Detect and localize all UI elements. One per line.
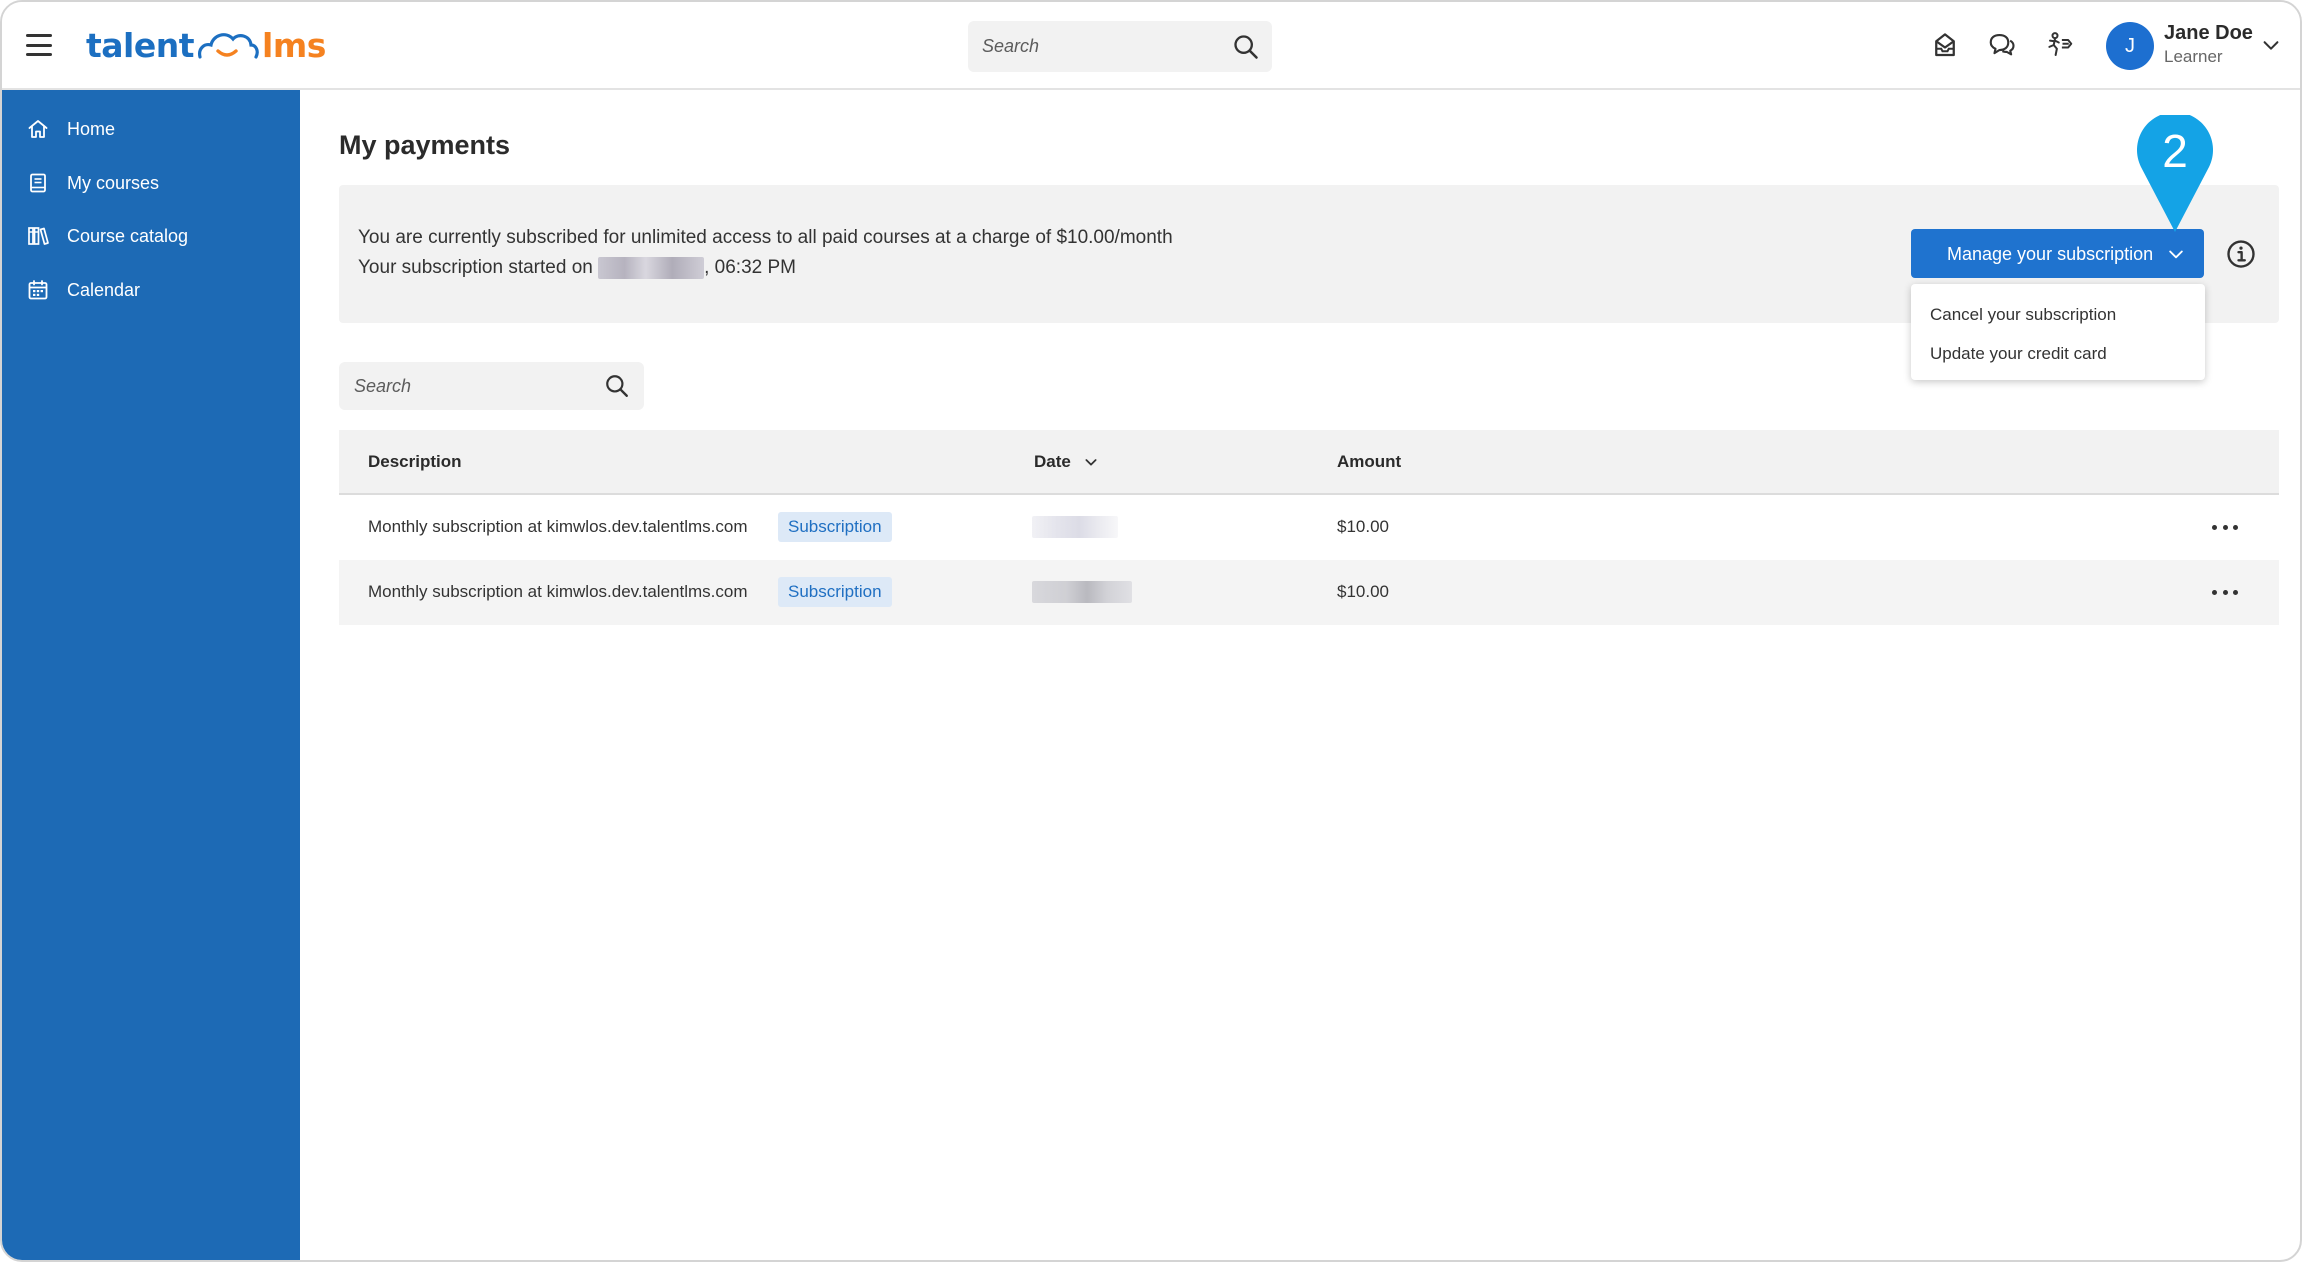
global-search — [968, 21, 1272, 72]
home-icon — [28, 120, 48, 138]
sidebar-item-label: Home — [67, 118, 116, 139]
menu-icon[interactable] — [26, 34, 52, 56]
global-search-input[interactable] — [968, 21, 1218, 72]
search-icon[interactable] — [604, 373, 630, 399]
manage-subscription-button[interactable]: Manage your subscription — [1911, 229, 2204, 278]
calendar-icon — [28, 280, 48, 300]
subscription-dropdown-menu: Cancel your subscription Update your cre… — [1911, 284, 2205, 380]
sidebar-item-home[interactable]: Home — [2, 107, 300, 151]
subscription-start: Your subscription started on , 06:32 PM — [358, 257, 796, 279]
menu-item-update-credit-card[interactable]: Update your credit card — [1930, 344, 2107, 364]
subscription-badge: Subscription — [778, 577, 892, 607]
top-bar: talent lms Search J Jane Doe Learner — [2, 2, 2300, 90]
payment-description: Monthly subscription at kimwlos.dev.tale… — [368, 517, 748, 536]
skills-icon[interactable] — [2045, 30, 2075, 60]
payment-description: Monthly subscription at kimwlos.dev.tale… — [368, 582, 748, 601]
payments-search — [339, 362, 644, 410]
discussions-icon[interactable] — [1987, 30, 2017, 60]
payment-amount: $10.00 — [1337, 517, 1389, 536]
user-role: Learner — [2164, 47, 2223, 66]
sidebar: Home My courses Course catalog Calendar — [2, 90, 300, 1260]
app-window: talent lms Search J Jane Doe Learner Hom… — [0, 0, 2302, 1262]
payments-search-input[interactable] — [339, 362, 589, 410]
info-icon[interactable] — [2226, 239, 2256, 269]
subscription-badge: Subscription — [778, 512, 892, 542]
avatar[interactable]: J — [2106, 22, 2154, 70]
user-name[interactable]: Jane Doe — [2164, 22, 2253, 45]
row-actions-icon[interactable] — [2212, 582, 2238, 602]
subscription-description: You are currently subscribed for unlimit… — [358, 227, 1173, 248]
sidebar-item-label: Course catalog — [67, 225, 189, 246]
table-row: Monthly subscription at kimwlos.dev.tale… — [339, 495, 2279, 560]
inbox-icon[interactable] — [1930, 30, 1960, 60]
column-header-date-label: Date — [1034, 452, 1071, 471]
chevron-down-icon[interactable] — [2260, 34, 2282, 56]
column-header-amount[interactable]: Amount — [1337, 452, 1401, 472]
sidebar-item-my-courses[interactable]: My courses — [2, 161, 300, 205]
table-header: Description Date Amount — [339, 430, 2279, 495]
menu-item-cancel-subscription[interactable]: Cancel your subscription — [1930, 305, 2116, 325]
column-header-date[interactable]: Date — [1034, 452, 1099, 472]
catalog-icon — [28, 227, 49, 245]
payment-amount: $10.00 — [1337, 582, 1389, 601]
redacted-date — [598, 257, 705, 279]
redacted-date — [1032, 516, 1118, 538]
subscription-start-prefix: Your subscription started on — [358, 257, 599, 278]
sidebar-item-label: Calendar — [67, 279, 141, 300]
search-icon[interactable] — [1232, 33, 1260, 61]
page-title: My payments — [339, 130, 511, 160]
logo-text-talent: talent — [86, 25, 195, 65]
sidebar-item-label: My courses — [67, 172, 160, 193]
step-marker: 2 — [2137, 115, 2213, 232]
manage-subscription-label: Manage your subscription — [1947, 244, 2154, 264]
chevron-down-icon — [2169, 250, 2183, 259]
cloud-logo-icon — [198, 33, 259, 59]
row-actions-icon[interactable] — [2212, 517, 2238, 537]
talentlms-logo[interactable]: talent lms — [86, 22, 326, 68]
column-header-description[interactable]: Description — [368, 452, 462, 472]
sort-chevron-down-icon — [1085, 459, 1097, 466]
step-marker-number: 2 — [2162, 125, 2188, 177]
sidebar-item-calendar[interactable]: Calendar — [2, 268, 300, 312]
logo-text-lms: lms — [262, 25, 326, 65]
redacted-date — [1032, 581, 1132, 603]
sidebar-item-course-catalog[interactable]: Course catalog — [2, 214, 300, 258]
subscription-start-suffix: , 06:32 PM — [704, 257, 796, 278]
table-row: Monthly subscription at kimwlos.dev.tale… — [339, 560, 2279, 625]
book-icon — [30, 173, 46, 193]
